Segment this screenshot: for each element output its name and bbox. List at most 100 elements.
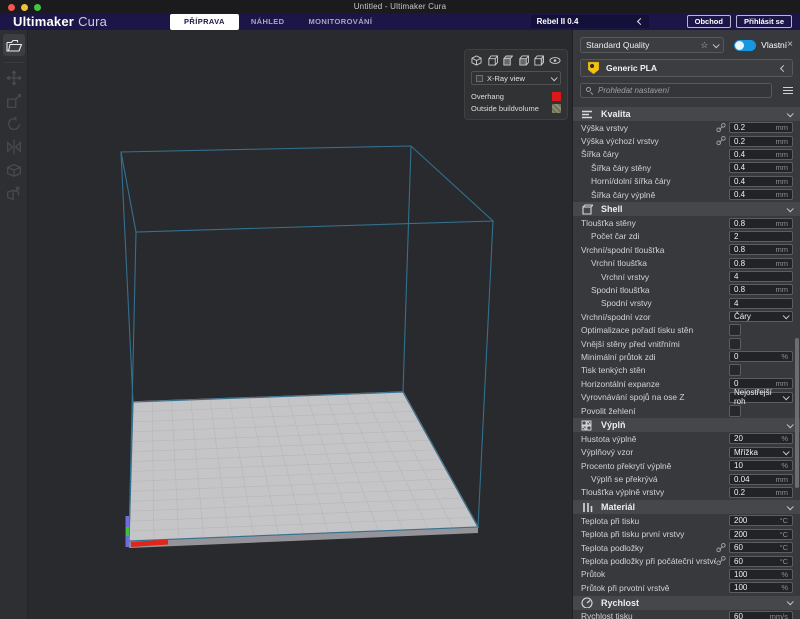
setting-row: Průtok při prvotní vrstvě100%	[573, 581, 800, 594]
setting-dropdown[interactable]: Čáry	[729, 311, 793, 322]
close-window-button[interactable]	[8, 4, 15, 11]
setting-value-field[interactable]: 200°C	[729, 529, 793, 540]
view-right-button[interactable]	[533, 55, 544, 66]
setting-row: Tloušťka stěny0.8mm	[573, 216, 800, 229]
rotate-tool[interactable]	[3, 113, 25, 134]
setting-value-field[interactable]: 0.8mm	[729, 284, 793, 295]
setting-value-field[interactable]: 0.04mm	[729, 474, 793, 485]
setting-value: 0	[734, 379, 776, 388]
setting-value-field[interactable]: 4	[729, 271, 793, 282]
stage-tab-2[interactable]: MONITOROVÁNÍ	[297, 14, 385, 29]
move-tool-icon	[5, 69, 23, 87]
custom-settings-toggle[interactable]	[734, 40, 756, 51]
search-input[interactable]	[598, 86, 766, 95]
setting-value-field[interactable]: 100%	[729, 582, 793, 593]
setting-value-field[interactable]: 100%	[729, 569, 793, 580]
setting-value-field[interactable]: 0.8mm	[729, 218, 793, 229]
setting-value-field[interactable]: 20%	[729, 433, 793, 444]
render-mode-dropdown[interactable]: X-Ray view	[471, 71, 561, 85]
star-icon[interactable]: ☆	[700, 41, 708, 50]
setting-checkbox[interactable]	[729, 405, 741, 417]
scale-tool[interactable]	[3, 90, 25, 111]
move-tool[interactable]	[3, 67, 25, 88]
setting-unit: mm	[776, 190, 789, 199]
setting-label: Tisk tenkých stěn	[581, 365, 729, 375]
camera-projection-button[interactable]	[549, 55, 561, 66]
material-selector[interactable]: Generic PLA	[580, 59, 793, 77]
sign-in-button[interactable]: Přihlásit se	[736, 15, 792, 28]
link-icon	[716, 556, 726, 566]
open-file-button[interactable]	[3, 34, 25, 56]
setting-row: Šířka čáry výplně0.4mm	[573, 188, 800, 201]
setting-dropdown[interactable]: Mřížka	[729, 447, 793, 458]
settings-menu-icon[interactable]	[777, 87, 793, 95]
setting-checkbox[interactable]	[729, 324, 741, 336]
setting-value-field[interactable]: 60mm/s	[729, 611, 793, 619]
setting-checkbox[interactable]	[729, 364, 741, 376]
setting-value-field[interactable]: 0.8mm	[729, 258, 793, 269]
setting-label: Hustota výplně	[581, 434, 729, 444]
setting-unit: mm	[776, 259, 789, 268]
setting-value-field[interactable]: 0.2mm	[729, 136, 793, 147]
macos-titlebar: Untitled - Ultimaker Cura	[0, 0, 800, 13]
setting-dropdown[interactable]: Nejostřejší roh	[729, 392, 793, 403]
setting-label: Horní/dolní šířka čáry	[591, 176, 729, 186]
setting-value: 0.2	[734, 123, 776, 132]
setting-row: Teplota při tisku první vrstvy200°C	[573, 528, 800, 541]
chevron-down-icon	[787, 503, 794, 510]
minimize-window-button[interactable]	[21, 4, 28, 11]
setting-value-field[interactable]: 4	[729, 298, 793, 309]
setting-value-field[interactable]: 0.2mm	[729, 487, 793, 498]
setting-checkbox[interactable]	[729, 338, 741, 350]
view-front-button[interactable]	[487, 55, 498, 66]
per-model-settings-tool[interactable]	[3, 159, 25, 180]
setting-value-field[interactable]: 200°C	[729, 515, 793, 526]
zoom-window-button[interactable]	[34, 4, 41, 11]
section-title: Rychlost	[601, 598, 787, 608]
setting-label: Šířka čáry stěny	[591, 163, 729, 173]
setting-unit: mm	[776, 475, 789, 484]
setting-value-field[interactable]: 0.4mm	[729, 149, 793, 160]
view-3d-button[interactable]	[471, 55, 482, 66]
viewport-3d[interactable]: X-Ray view OverhangOutside buildvolume	[28, 30, 572, 619]
setting-value-field[interactable]: 0.4mm	[729, 162, 793, 173]
setting-unit: mm	[776, 150, 789, 159]
mirror-tool[interactable]	[3, 136, 25, 157]
chevron-down-icon	[787, 421, 794, 428]
settings-search[interactable]	[580, 83, 772, 98]
setting-row: Počet čar zdi2	[573, 230, 800, 243]
setting-value-field[interactable]: 0%	[729, 351, 793, 362]
setting-value-field[interactable]: 0.4mm	[729, 176, 793, 187]
setting-row: Výška vrstvy0.2mm	[573, 121, 800, 134]
setting-value-field[interactable]: 0.4mm	[729, 189, 793, 200]
setting-value: 0.8	[734, 285, 776, 294]
profile-selector[interactable]: Standard Quality ☆	[580, 37, 724, 53]
view-left-button[interactable]	[518, 55, 529, 66]
stage-tab-1[interactable]: NÁHLED	[239, 14, 297, 29]
app-logo: Ultimaker Cura	[13, 13, 107, 30]
marketplace-button[interactable]: Obchod	[687, 15, 731, 28]
section-header-material[interactable]: Materiál	[573, 500, 800, 514]
settings-scrollbar[interactable]	[795, 338, 799, 488]
section-header-kvalita[interactable]: Kvalita	[573, 107, 800, 121]
setting-value-field[interactable]: 60°C	[729, 556, 793, 567]
setting-row: Výplň se překrývá0.04mm	[573, 472, 800, 485]
setting-unit: °C	[780, 530, 788, 539]
view-top-button[interactable]	[502, 55, 513, 66]
setting-value-field[interactable]: 0.2mm	[729, 122, 793, 133]
section-header-vypln[interactable]: Výplň	[573, 418, 800, 432]
close-panel-icon[interactable]: ×	[787, 40, 793, 50]
section-header-rychlost[interactable]: Rychlost	[573, 596, 800, 610]
section-header-shell[interactable]: Shell	[573, 202, 800, 216]
chevron-down-icon	[787, 110, 794, 117]
setting-value-field[interactable]: 10%	[729, 460, 793, 471]
support-blocker-tool[interactable]	[3, 182, 25, 203]
setting-row: Teplota podložky při počáteční vrstvě60°…	[573, 554, 800, 567]
setting-value-field[interactable]: 2	[729, 231, 793, 242]
setting-label: Procento překrytí výplně	[581, 461, 729, 471]
printer-selector[interactable]: Rebel II 0.4	[531, 15, 649, 28]
stage-tab-0[interactable]: PŘÍPRAVA	[170, 14, 239, 30]
setting-value: Čáry	[734, 312, 783, 321]
setting-value-field[interactable]: 60°C	[729, 542, 793, 553]
setting-value-field[interactable]: 0.8mm	[729, 244, 793, 255]
